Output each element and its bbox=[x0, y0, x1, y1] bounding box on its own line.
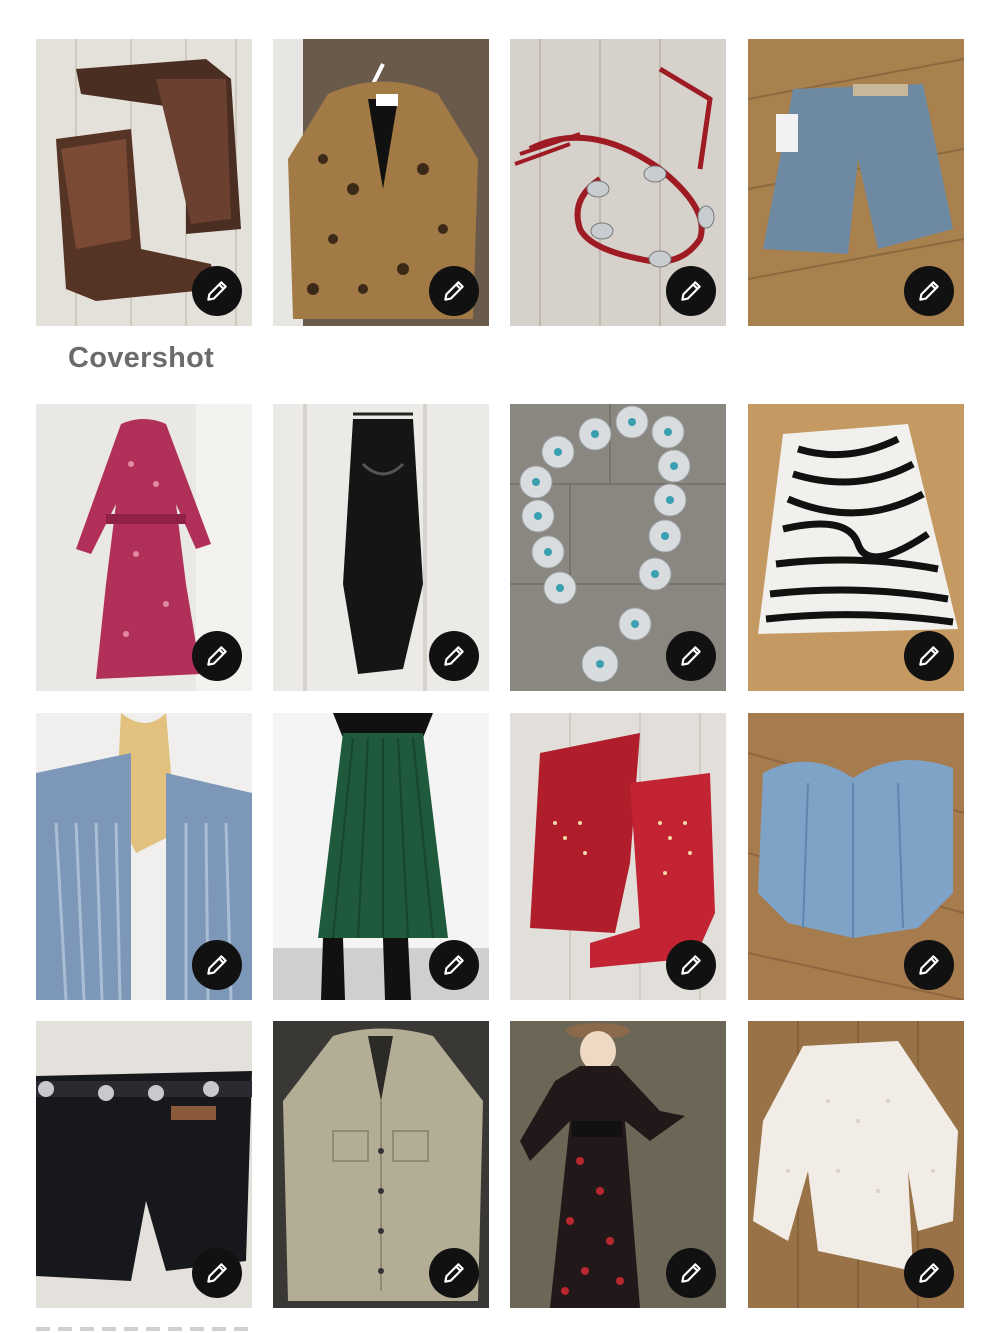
edit-button[interactable] bbox=[666, 1248, 716, 1298]
pencil-icon bbox=[919, 646, 939, 666]
page-indicator-dashes bbox=[36, 1327, 256, 1331]
pencil-icon bbox=[919, 281, 939, 301]
item-tile[interactable] bbox=[510, 404, 726, 691]
pencil-icon bbox=[681, 955, 701, 975]
edit-button[interactable] bbox=[904, 1248, 954, 1298]
edit-button[interactable] bbox=[429, 266, 479, 316]
item-tile[interactable] bbox=[36, 404, 252, 691]
item-tile[interactable] bbox=[510, 39, 726, 326]
edit-button[interactable] bbox=[192, 940, 242, 990]
edit-button[interactable] bbox=[192, 1248, 242, 1298]
item-tile[interactable] bbox=[36, 1021, 252, 1308]
pencil-icon bbox=[444, 1263, 464, 1283]
edit-button[interactable] bbox=[192, 631, 242, 681]
edit-button[interactable] bbox=[429, 1248, 479, 1298]
edit-button[interactable] bbox=[666, 631, 716, 681]
edit-button[interactable] bbox=[666, 940, 716, 990]
item-tile[interactable] bbox=[748, 39, 964, 326]
edit-button[interactable] bbox=[904, 940, 954, 990]
edit-button[interactable] bbox=[904, 631, 954, 681]
pencil-icon bbox=[207, 1263, 227, 1283]
item-tile[interactable] bbox=[273, 39, 489, 326]
edit-button[interactable] bbox=[192, 266, 242, 316]
item-tile[interactable] bbox=[273, 1021, 489, 1308]
pencil-icon bbox=[681, 281, 701, 301]
pencil-icon bbox=[207, 646, 227, 666]
edit-button[interactable] bbox=[904, 266, 954, 316]
pencil-icon bbox=[681, 1263, 701, 1283]
item-tile[interactable] bbox=[36, 39, 252, 326]
section-title: Covershot bbox=[68, 342, 215, 374]
edit-button[interactable] bbox=[429, 940, 479, 990]
pencil-icon bbox=[919, 955, 939, 975]
item-tile[interactable] bbox=[273, 713, 489, 1000]
pencil-icon bbox=[444, 646, 464, 666]
edit-button[interactable] bbox=[429, 631, 479, 681]
pencil-icon bbox=[207, 281, 227, 301]
pencil-icon bbox=[444, 281, 464, 301]
item-tile[interactable] bbox=[273, 404, 489, 691]
pencil-icon bbox=[681, 646, 701, 666]
item-tile[interactable] bbox=[36, 713, 252, 1000]
pencil-icon bbox=[919, 1263, 939, 1283]
item-tile[interactable] bbox=[748, 713, 964, 1000]
edit-button[interactable] bbox=[666, 266, 716, 316]
pencil-icon bbox=[207, 955, 227, 975]
pencil-icon bbox=[444, 955, 464, 975]
item-tile[interactable] bbox=[510, 713, 726, 1000]
item-tile[interactable] bbox=[748, 1021, 964, 1308]
item-tile[interactable] bbox=[748, 404, 964, 691]
item-tile[interactable] bbox=[510, 1021, 726, 1308]
